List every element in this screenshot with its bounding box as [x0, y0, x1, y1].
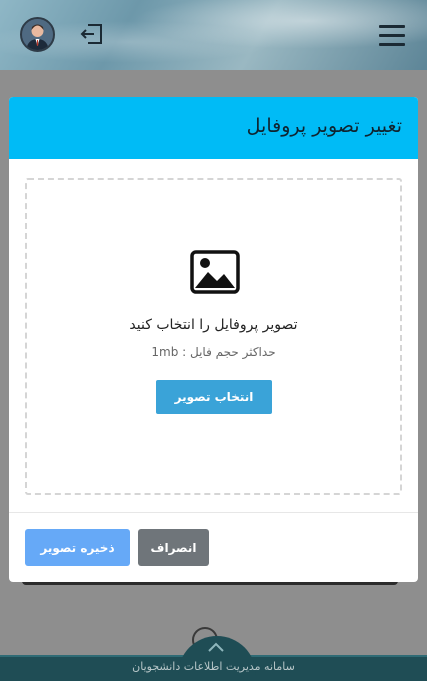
logout-icon[interactable]	[79, 22, 105, 46]
hamburger-menu-icon[interactable]	[379, 25, 405, 46]
save-image-button[interactable]: ذخیره تصویر	[25, 529, 130, 566]
chevron-up-icon[interactable]	[206, 640, 226, 654]
image-icon	[190, 250, 240, 294]
modal-footer-divider	[9, 512, 418, 513]
change-profile-image-modal: تغییر تصویر پروفایل تصویر پروفایل را انت…	[9, 97, 418, 582]
app-header	[0, 0, 427, 70]
dropzone-title: تصویر پروفایل را انتخاب کنید	[129, 317, 298, 333]
cancel-button[interactable]: انصراف	[138, 529, 209, 566]
modal-title: تغییر تصویر پروفایل	[246, 115, 402, 137]
user-avatar[interactable]	[20, 17, 55, 52]
select-image-button[interactable]: انتخاب تصویر	[156, 380, 272, 414]
image-dropzone[interactable]: تصویر پروفایل را انتخاب کنید حداکثر حجم …	[25, 178, 402, 495]
modal-header: تغییر تصویر پروفایل	[9, 97, 418, 159]
footer-text: سامانه مدیریت اطلاعات دانشجویان	[132, 660, 295, 673]
file-size-hint: حداکثر حجم فایل : 1mb	[151, 345, 276, 359]
